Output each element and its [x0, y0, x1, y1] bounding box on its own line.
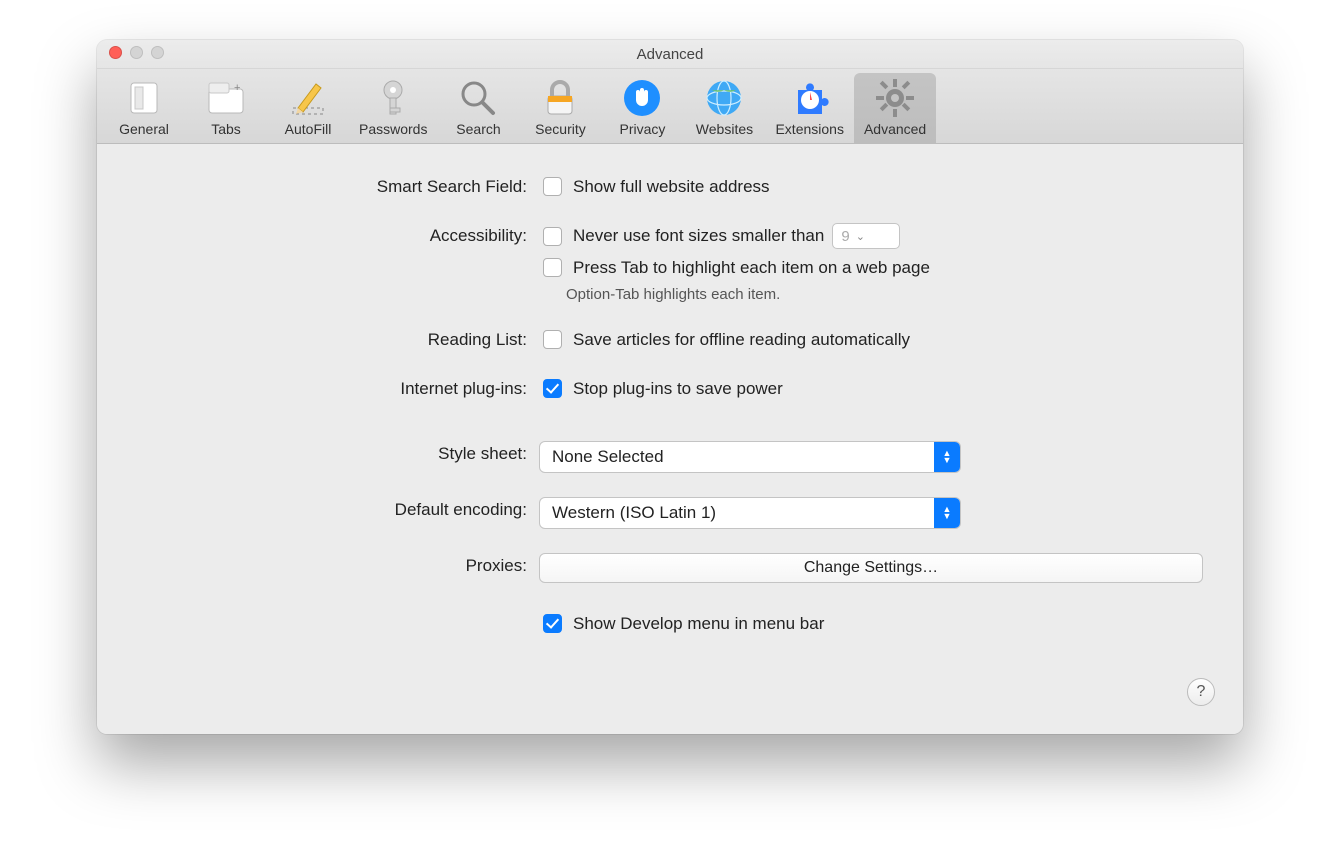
smart-search-label: Smart Search Field: [137, 174, 539, 197]
stylesheet-label: Style sheet: [137, 441, 539, 464]
min-font-size-option[interactable]: Never use font sizes smaller than 9 ⌄ [539, 223, 1203, 249]
key-icon [372, 77, 414, 119]
search-icon [457, 77, 499, 119]
tab-privacy[interactable]: Privacy [601, 73, 683, 143]
save-offline-text: Save articles for offline reading automa… [573, 330, 910, 350]
min-font-size-value: 9 [841, 228, 849, 245]
tab-label: Privacy [620, 121, 666, 137]
tab-advanced[interactable]: Advanced [854, 73, 936, 143]
tab-search[interactable]: Search [437, 73, 519, 143]
tab-label: Security [535, 121, 586, 137]
min-font-size-checkbox[interactable] [543, 227, 562, 246]
save-offline-option[interactable]: Save articles for offline reading automa… [539, 327, 1203, 352]
switch-icon [123, 77, 165, 119]
minimize-window-button[interactable] [130, 46, 143, 59]
accessibility-label: Accessibility: [137, 223, 539, 246]
tab-label: Tabs [211, 121, 241, 137]
close-window-button[interactable] [109, 46, 122, 59]
tab-label: Websites [696, 121, 753, 137]
tab-label: General [119, 121, 169, 137]
show-full-address-checkbox[interactable] [543, 177, 562, 196]
svg-text:+: + [234, 82, 240, 94]
plugins-label: Internet plug-ins: [137, 376, 539, 399]
show-develop-checkbox[interactable] [543, 614, 562, 633]
tab-label: Passwords [359, 121, 427, 137]
tab-security[interactable]: Security [519, 73, 601, 143]
lock-icon [539, 77, 581, 119]
tab-label: AutoFill [285, 121, 332, 137]
title-bar: Advanced [97, 40, 1243, 69]
press-tab-hint: Option-Tab highlights each item. [539, 286, 1203, 303]
gear-icon [874, 77, 916, 119]
change-settings-text: Change Settings… [804, 559, 938, 577]
tab-tabs[interactable]: + Tabs [185, 73, 267, 143]
window-title: Advanced [637, 46, 704, 63]
spacer [137, 611, 539, 614]
min-font-size-text: Never use font sizes smaller than [573, 226, 824, 246]
save-offline-checkbox[interactable] [543, 330, 562, 349]
press-tab-text: Press Tab to highlight each item on a we… [573, 258, 930, 278]
change-settings-button[interactable]: Change Settings… [539, 553, 1203, 583]
tab-autofill[interactable]: AutoFill [267, 73, 349, 143]
show-develop-text: Show Develop menu in menu bar [573, 614, 824, 634]
tab-passwords[interactable]: Passwords [349, 73, 437, 143]
tab-websites[interactable]: Websites [683, 73, 765, 143]
help-button[interactable]: ? [1187, 678, 1215, 706]
window-controls [109, 46, 164, 59]
tab-label: Extensions [775, 121, 843, 137]
help-glyph: ? [1197, 683, 1206, 701]
stop-plugins-text: Stop plug-ins to save power [573, 379, 783, 399]
press-tab-option[interactable]: Press Tab to highlight each item on a we… [539, 255, 1203, 280]
proxies-label: Proxies: [137, 553, 539, 576]
globe-icon [703, 77, 745, 119]
tab-general[interactable]: General [103, 73, 185, 143]
encoding-label: Default encoding: [137, 497, 539, 520]
zoom-window-button[interactable] [151, 46, 164, 59]
puzzle-icon [789, 77, 831, 119]
show-develop-option[interactable]: Show Develop menu in menu bar [539, 611, 1203, 636]
tab-label: Advanced [864, 121, 926, 137]
advanced-pane: Smart Search Field: Show full website ad… [97, 144, 1243, 734]
preferences-window: Advanced General + Tabs AutoFill Pas [97, 40, 1243, 734]
preferences-toolbar: General + Tabs AutoFill Passwords Search [97, 69, 1243, 144]
reading-list-label: Reading List: [137, 327, 539, 350]
stop-plugins-checkbox[interactable] [543, 379, 562, 398]
show-full-address-option[interactable]: Show full website address [539, 174, 1203, 199]
chevron-down-icon: ⌄ [856, 230, 865, 243]
min-font-size-combo[interactable]: 9 ⌄ [832, 223, 900, 249]
tabs-icon: + [205, 77, 247, 119]
stylesheet-value: None Selected [540, 447, 676, 467]
encoding-value: Western (ISO Latin 1) [540, 503, 728, 523]
tab-extensions[interactable]: Extensions [765, 73, 853, 143]
pencil-icon [287, 77, 329, 119]
stylesheet-popup[interactable]: None Selected ▲▼ [539, 441, 961, 473]
show-full-address-text: Show full website address [573, 177, 770, 197]
popup-arrows-icon: ▲▼ [934, 498, 960, 528]
popup-arrows-icon: ▲▼ [934, 442, 960, 472]
hand-icon [621, 77, 663, 119]
press-tab-checkbox[interactable] [543, 258, 562, 277]
tab-label: Search [456, 121, 500, 137]
stop-plugins-option[interactable]: Stop plug-ins to save power [539, 376, 1203, 401]
encoding-popup[interactable]: Western (ISO Latin 1) ▲▼ [539, 497, 961, 529]
